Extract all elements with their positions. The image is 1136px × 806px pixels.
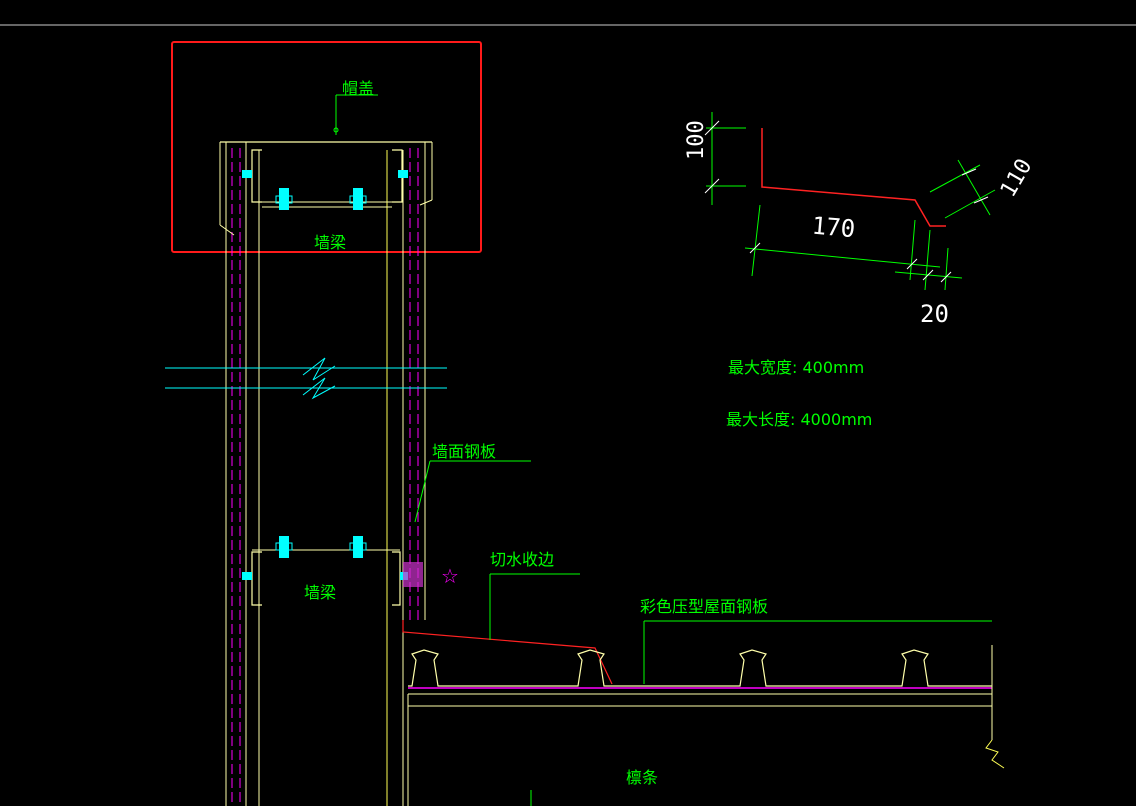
dim-100: 100 bbox=[684, 120, 709, 160]
max-length-label: 最大长度: 4000mm bbox=[726, 410, 872, 429]
dim-170: 170 bbox=[811, 212, 857, 244]
roof-panel bbox=[407, 620, 1005, 806]
flashing-profile bbox=[704, 112, 996, 291]
purlin-label: 檩条 bbox=[626, 768, 658, 787]
dim-110: 110 bbox=[996, 155, 1038, 202]
wall-panel-label: 墙面钢板 bbox=[432, 442, 496, 461]
flashing-label: 切水收边 bbox=[490, 550, 554, 569]
wall-beam-top-label: 墙梁 bbox=[314, 233, 346, 252]
cap-label: 帽盖 bbox=[342, 79, 374, 98]
top-wall-beam bbox=[242, 149, 408, 210]
wall-beam-bottom-label: 墙梁 bbox=[304, 583, 336, 602]
max-width-label: 最大宽度: 400mm bbox=[728, 358, 864, 377]
cad-drawing: 帽盖 墙梁 墙梁 墙面钢板 切水收边 彩色压型屋面钢板 檩条 最大宽度: 400… bbox=[0, 24, 1136, 806]
dim-20: 20 bbox=[920, 300, 949, 328]
wall-panel-leader bbox=[414, 460, 531, 523]
star-icon: ☆ bbox=[441, 564, 459, 588]
highlight-frame[interactable] bbox=[171, 41, 482, 253]
roof-panel-label: 彩色压型屋面钢板 bbox=[640, 597, 768, 616]
break-line bbox=[165, 357, 447, 400]
